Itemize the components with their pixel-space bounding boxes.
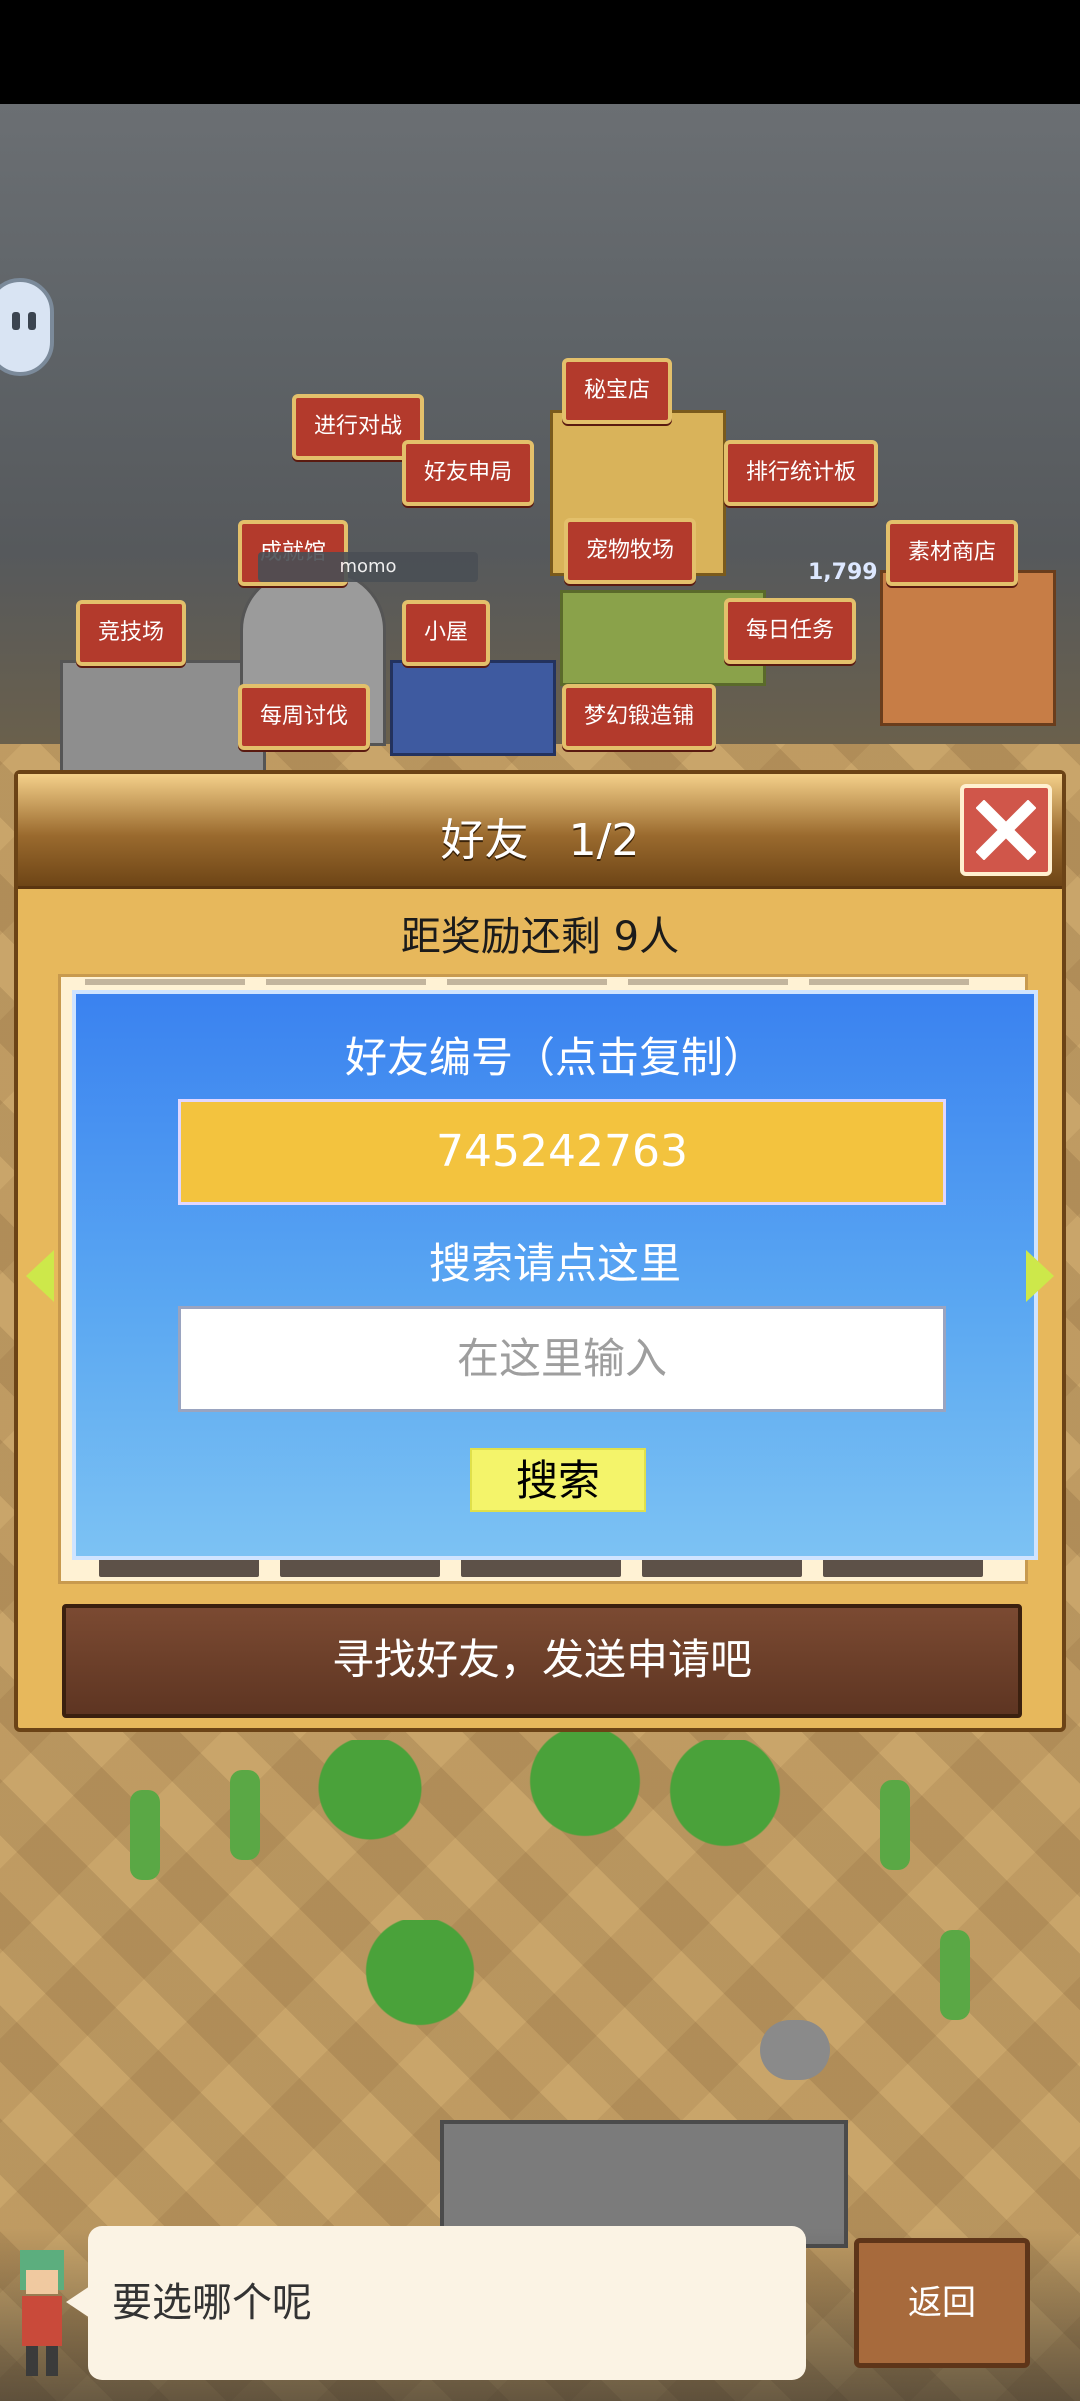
prev-page-arrow-icon[interactable] (26, 1250, 54, 1302)
blue-roof-house (390, 660, 556, 756)
cactus (940, 1930, 970, 2020)
status-bar (0, 0, 1080, 104)
friend-slot (461, 1557, 621, 1577)
slot-top (447, 979, 607, 985)
rock (760, 2020, 830, 2080)
friend-id-copy-box[interactable]: 745242763 (178, 1099, 946, 1205)
score-label: 1,799 (808, 560, 878, 585)
slot-top (809, 979, 969, 985)
palm-tree (520, 1730, 650, 1900)
page-indicator: 1/2 (568, 815, 640, 866)
pause-right-bar-icon (28, 312, 36, 330)
sign-treasure-shop[interactable]: 秘宝店 (562, 358, 673, 424)
close-button[interactable] (960, 784, 1052, 876)
friend-search-input[interactable]: 在这里输入 (178, 1306, 946, 1412)
pause-button[interactable] (0, 278, 54, 376)
slot-top (85, 979, 245, 985)
slot-top (628, 979, 788, 985)
dialog-header: 好友 1/2 (18, 774, 1062, 889)
sign-arena[interactable]: 竞技场 (76, 600, 187, 666)
next-page-arrow-icon[interactable] (1026, 1250, 1054, 1302)
dialog-title: 好友 1/2 (18, 804, 1062, 868)
castle-building (60, 660, 266, 776)
friends-dialog: 好友 1/2 距奖励还剩 9人 好友编号（点击复制） 745242763 搜索请点… (14, 770, 1066, 1732)
palm-tree (310, 1740, 430, 1900)
search-button[interactable]: 搜索 (470, 1448, 646, 1512)
friend-slot (280, 1557, 440, 1577)
pause-left-bar-icon (12, 312, 20, 330)
speech-bubble: 要选哪个呢 (66, 2226, 806, 2380)
sign-cabin[interactable]: 小屋 (402, 600, 491, 666)
friend-slot (99, 1557, 259, 1577)
sign-pet-ranch[interactable]: 宠物牧场 (564, 518, 697, 584)
speech-text: 要选哪个呢 (112, 2280, 312, 2326)
shop-building (880, 570, 1056, 726)
close-icon (976, 800, 1036, 860)
search-label: 搜索请点这里 (428, 1239, 681, 1288)
palm-tree (660, 1740, 790, 1910)
cactus (880, 1780, 910, 1870)
sign-forge[interactable]: 梦幻锻造铺 (562, 684, 717, 750)
cactus (230, 1770, 260, 1860)
sign-daily-quest[interactable]: 每日任务 (724, 598, 857, 664)
dialog-title-text: 好友 (440, 815, 529, 866)
friend-slot (823, 1557, 983, 1577)
slot-top (266, 979, 426, 985)
friend-id-label: 好友编号（点击复制） (344, 1033, 765, 1082)
friend-slot (642, 1557, 802, 1577)
player-name-tag: momo (258, 552, 478, 582)
sign-material-shop[interactable]: 素材商店 (886, 520, 1019, 586)
back-button[interactable]: 返回 (854, 2238, 1030, 2368)
sign-ranking-board[interactable]: 排行统计板 (724, 440, 879, 506)
cactus (130, 1790, 160, 1880)
find-friends-banner[interactable]: 寻找好友，发送申请吧 (62, 1604, 1022, 1718)
reward-remaining-text: 距奖励还剩 9人 (400, 914, 680, 960)
sign-friend-match[interactable]: 好友申局 (402, 440, 535, 506)
friend-search-panel: 好友编号（点击复制） 745242763 搜索请点这里 在这里输入 搜索 (72, 990, 1038, 1560)
sign-weekly-hunt[interactable]: 每周讨伐 (238, 684, 371, 750)
palm-tree (360, 1920, 480, 2090)
